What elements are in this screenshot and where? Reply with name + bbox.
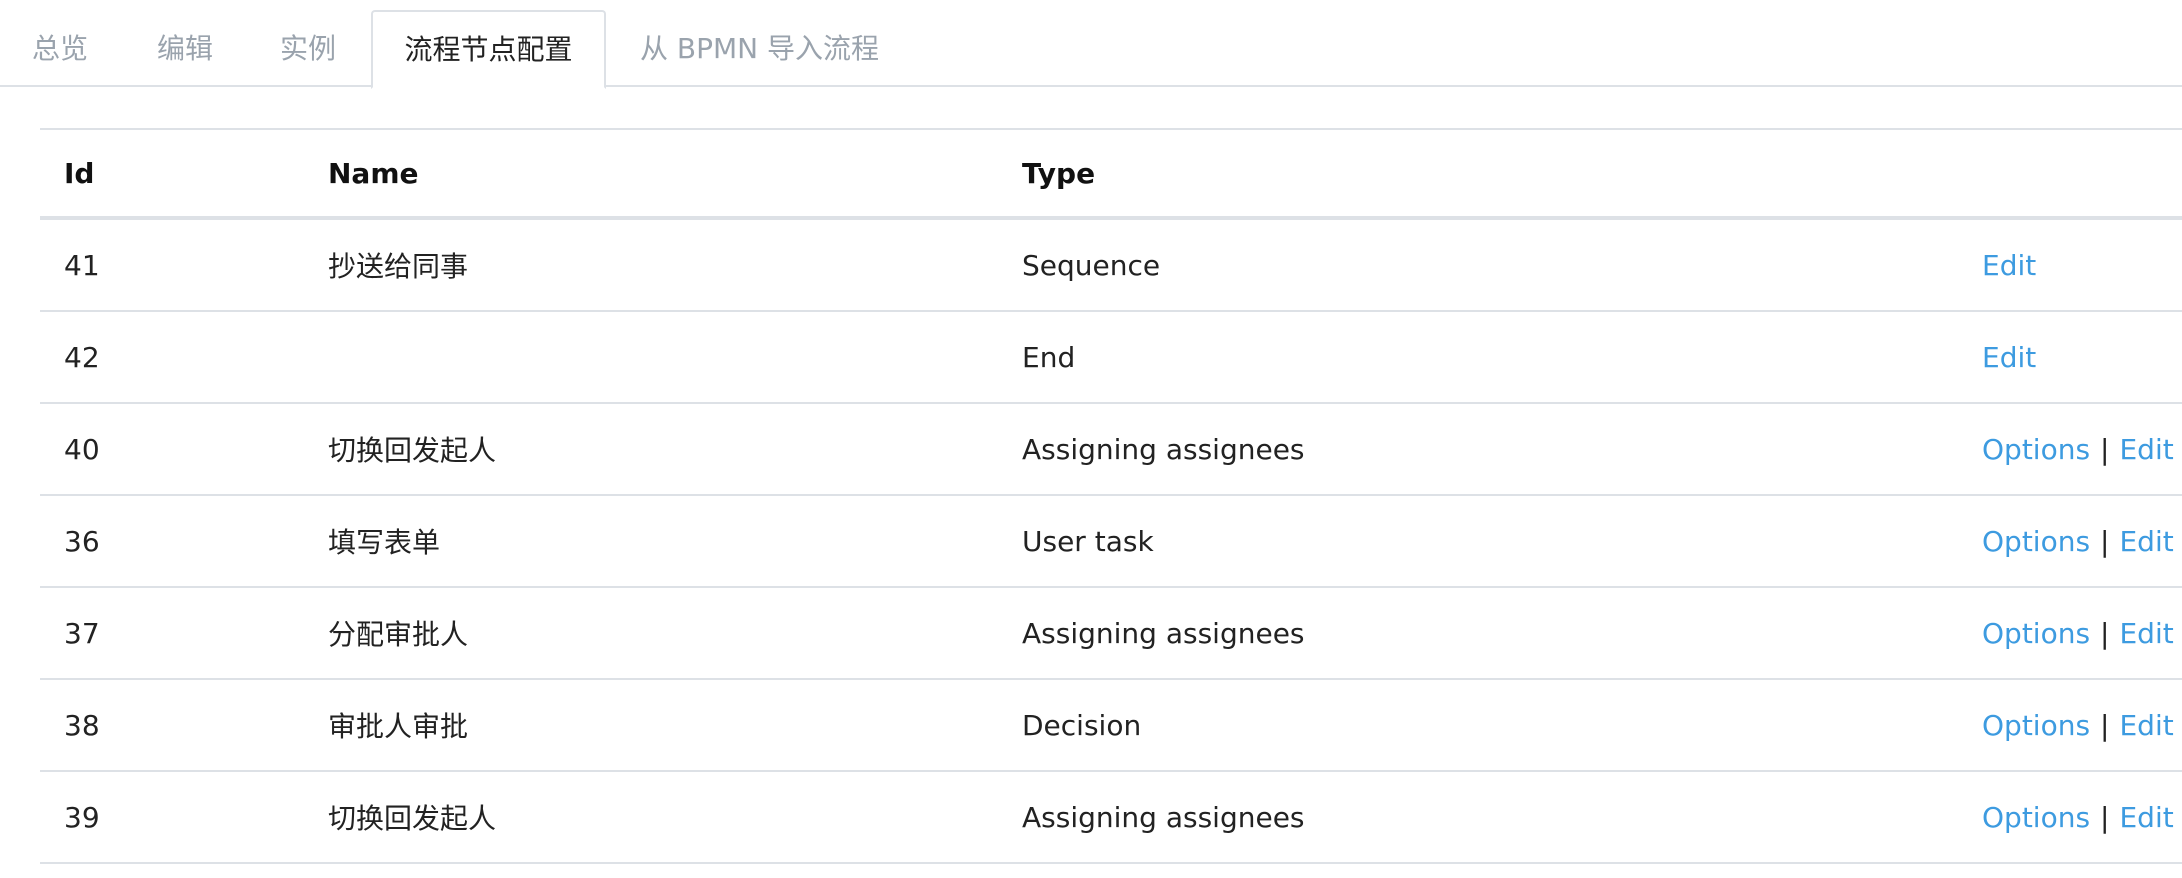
- cell-id: 40: [64, 432, 100, 466]
- cell-actions: Options | Edit: [1982, 680, 2174, 770]
- tab-overview[interactable]: 总览: [32, 10, 88, 87]
- cell-name: 切换回发起人: [328, 802, 497, 835]
- cell-id: 36: [64, 524, 100, 558]
- edit-link[interactable]: Edit: [2119, 709, 2173, 742]
- options-link[interactable]: Options: [1982, 801, 2090, 834]
- options-link[interactable]: Options: [1982, 709, 2090, 742]
- tab-import-bpmn[interactable]: 从 BPMN 导入流程: [640, 10, 879, 87]
- table-row: 40 切换回发起人 Assigning assignees Options | …: [40, 404, 2182, 496]
- cell-name: 审批人审批: [328, 710, 469, 743]
- edit-link[interactable]: Edit: [1982, 249, 2036, 282]
- cell-type: Assigning assignees: [1022, 800, 1305, 834]
- edit-link[interactable]: Edit: [2119, 617, 2173, 650]
- cell-actions: Edit: [1982, 312, 2036, 402]
- cell-id: 38: [64, 708, 100, 742]
- options-link[interactable]: Options: [1982, 525, 2090, 558]
- cell-type: Sequence: [1022, 248, 1161, 282]
- cell-name: 抄送给同事: [328, 250, 469, 283]
- options-link[interactable]: Options: [1982, 617, 2090, 650]
- cell-type: User task: [1022, 524, 1154, 558]
- cell-type: Decision: [1022, 708, 1142, 742]
- nodes-table: Id Name Type 41 抄送给同事 Sequence Edit 42 E…: [40, 128, 2182, 864]
- cell-actions: Edit: [1982, 220, 2036, 310]
- cell-id: 42: [64, 340, 100, 374]
- header-name: Name: [328, 156, 419, 190]
- action-separator: |: [2100, 524, 2110, 558]
- cell-name: 分配审批人: [328, 618, 469, 651]
- action-separator: |: [2100, 800, 2110, 834]
- table-row: 39 切换回发起人 Assigning assignees Options | …: [40, 772, 2182, 864]
- edit-link[interactable]: Edit: [2119, 433, 2173, 466]
- edit-link[interactable]: Edit: [1982, 341, 2036, 374]
- cell-type: End: [1022, 340, 1076, 374]
- cell-actions: Options | Edit: [1982, 772, 2174, 862]
- table-row: 37 分配审批人 Assigning assignees Options | E…: [40, 588, 2182, 680]
- action-separator: |: [2100, 616, 2110, 650]
- cell-type: Assigning assignees: [1022, 616, 1305, 650]
- header-type: Type: [1022, 156, 1096, 190]
- cell-id: 41: [64, 248, 100, 282]
- cell-id: 37: [64, 616, 100, 650]
- tab-instances[interactable]: 实例: [280, 10, 336, 87]
- action-separator: |: [2100, 432, 2110, 466]
- cell-type: Assigning assignees: [1022, 432, 1305, 466]
- table-row: 36 填写表单 User task Options | Edit: [40, 496, 2182, 588]
- edit-link[interactable]: Edit: [2119, 525, 2173, 558]
- table-header: Id Name Type: [40, 128, 2182, 220]
- cell-actions: Options | Edit: [1982, 496, 2174, 586]
- header-id: Id: [64, 156, 95, 190]
- cell-name: 填写表单: [328, 526, 441, 559]
- table-row: 38 审批人审批 Decision Options | Edit: [40, 680, 2182, 772]
- cell-name: 切换回发起人: [328, 434, 497, 467]
- tab-node-config[interactable]: 流程节点配置: [371, 10, 606, 89]
- table-row: 42 End Edit: [40, 312, 2182, 404]
- tab-bar: 总览 编辑 实例 流程节点配置 从 BPMN 导入流程: [0, 0, 2182, 89]
- cell-actions: Options | Edit: [1982, 588, 2174, 678]
- tab-edit[interactable]: 编辑: [157, 10, 213, 87]
- edit-link[interactable]: Edit: [2119, 801, 2173, 834]
- table-row: 41 抄送给同事 Sequence Edit: [40, 220, 2182, 312]
- action-separator: |: [2100, 708, 2110, 742]
- cell-id: 39: [64, 800, 100, 834]
- cell-actions: Options | Edit: [1982, 404, 2174, 494]
- options-link[interactable]: Options: [1982, 433, 2090, 466]
